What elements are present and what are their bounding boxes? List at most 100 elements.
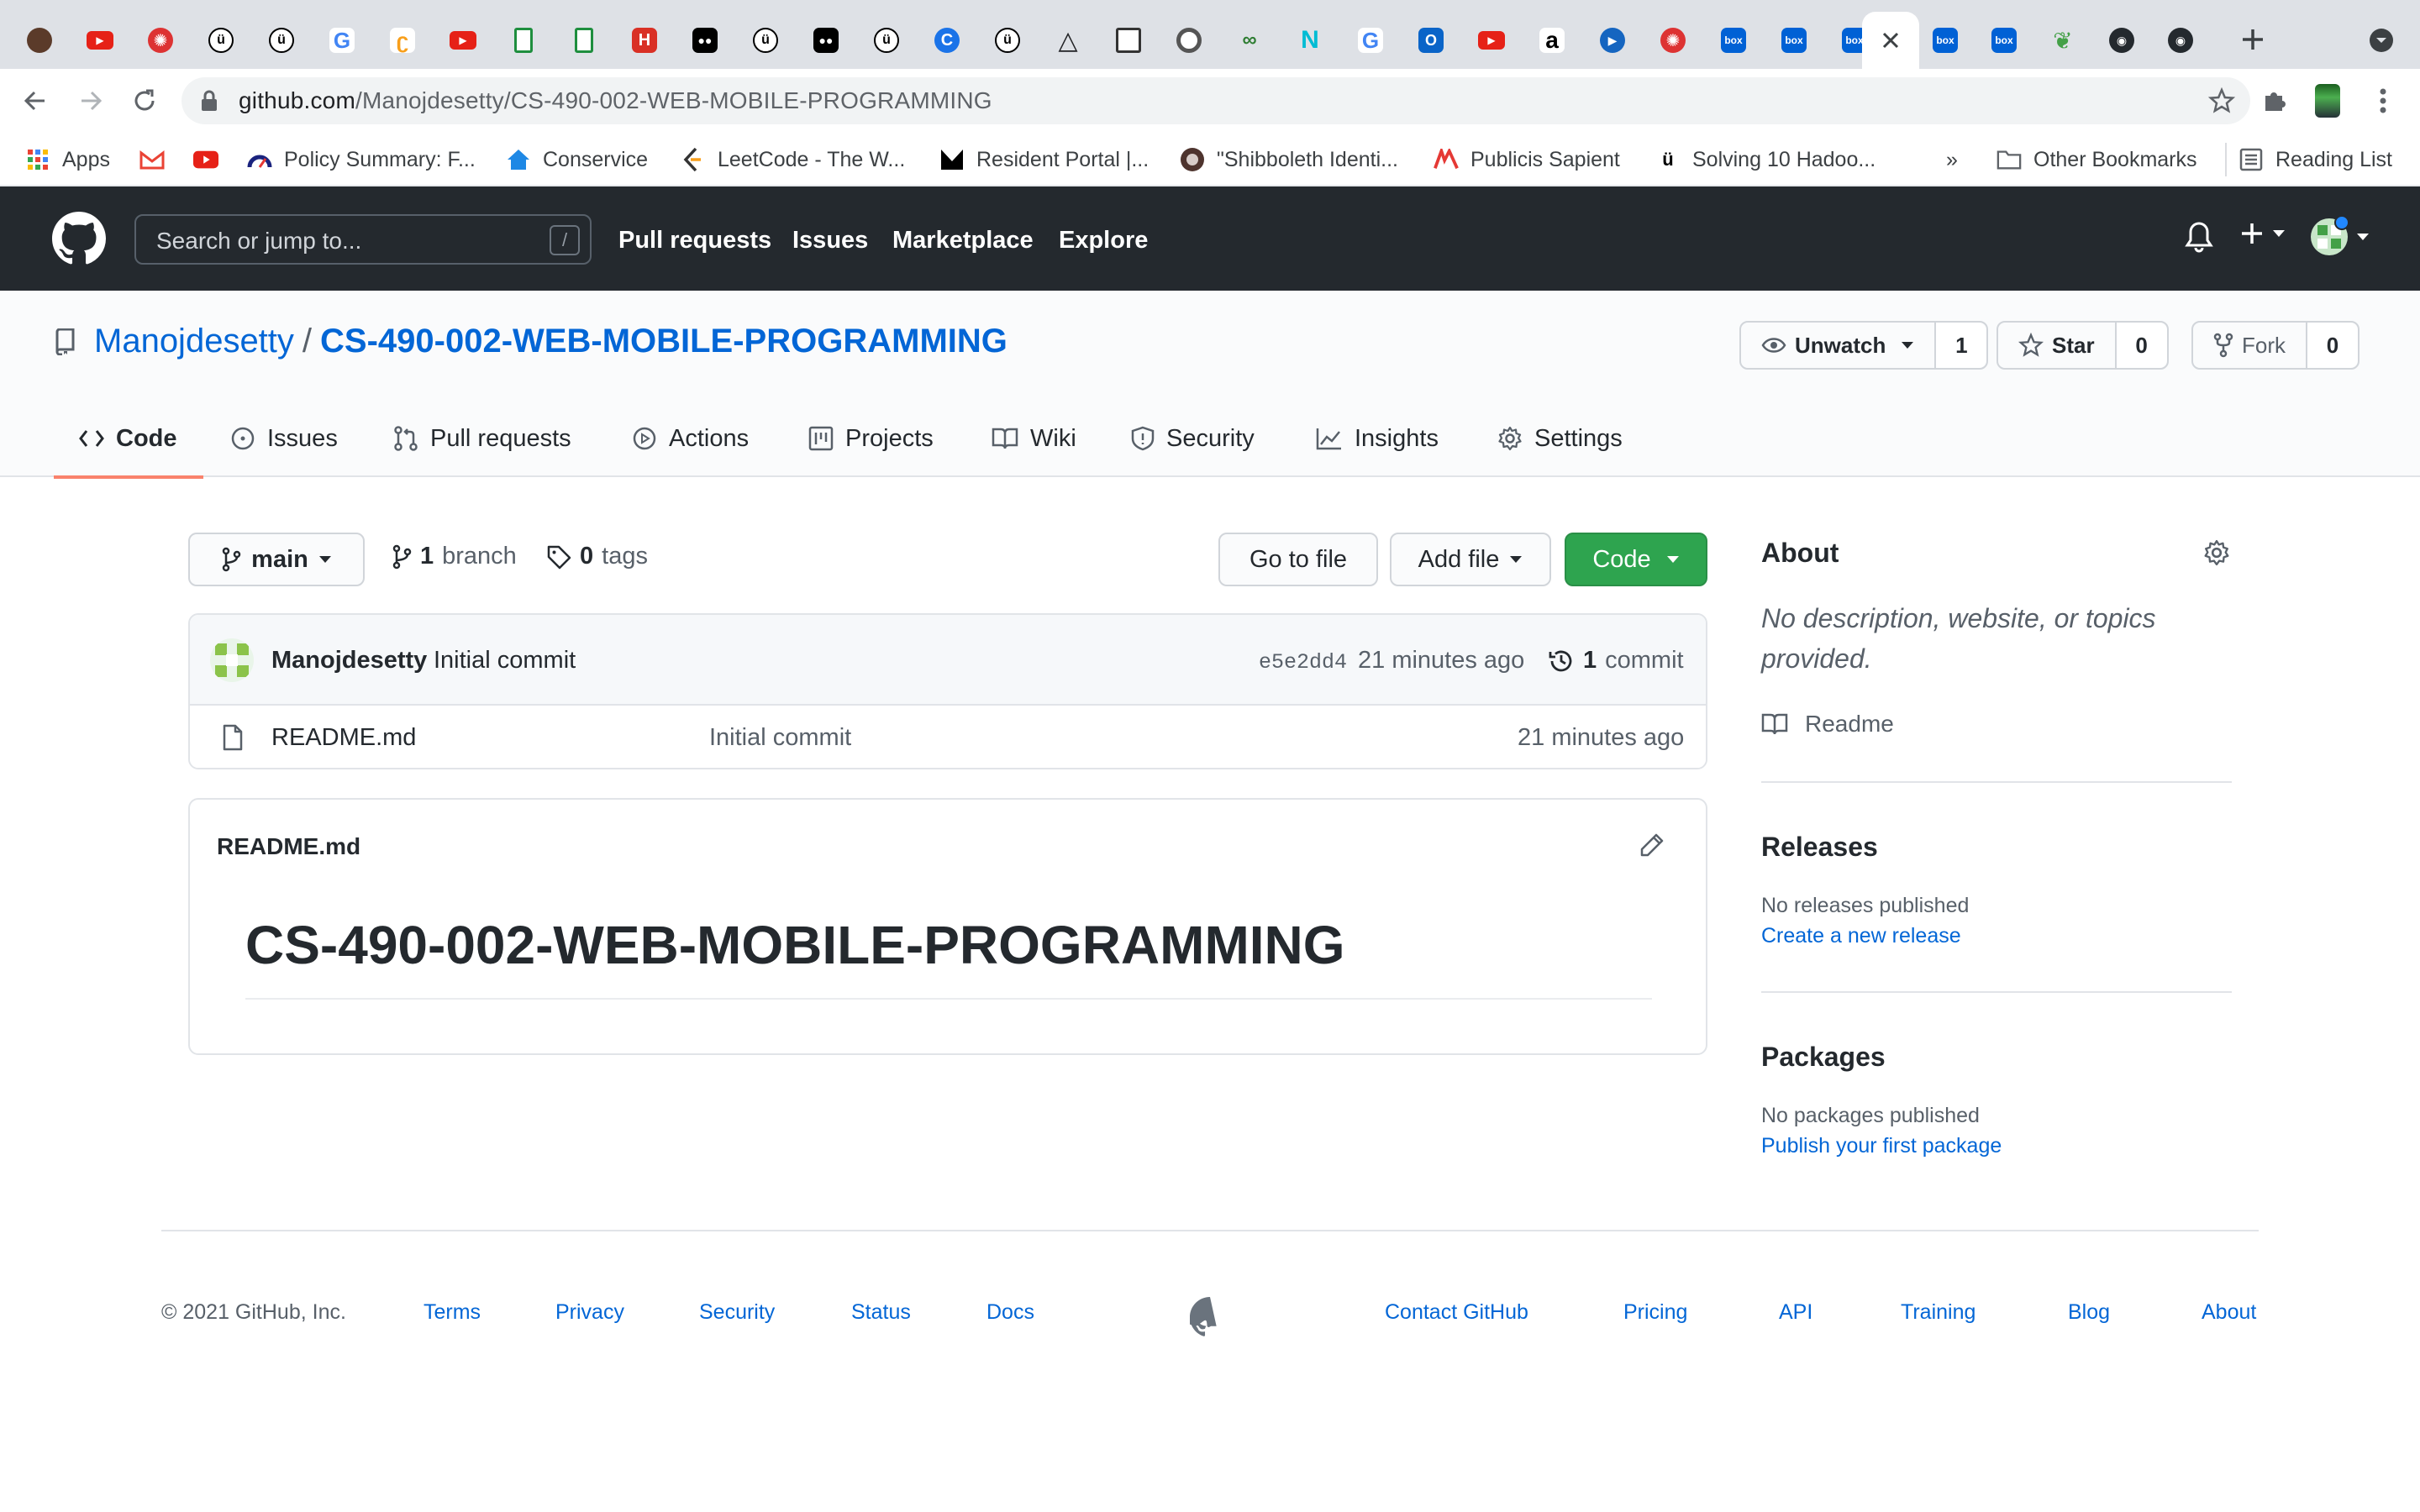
repo-name-link[interactable]: CS-490-002-WEB-MOBILE-PROGRAMMING: [320, 323, 1007, 360]
browser-tab[interactable]: [1160, 12, 1218, 69]
add-file-button[interactable]: Add file: [1390, 533, 1551, 586]
bookmark-policy-summary[interactable]: Policy Summary: F...: [247, 143, 476, 176]
commit-message-link[interactable]: Initial commit: [434, 647, 576, 675]
browser-tab[interactable]: box: [1916, 12, 1975, 69]
commit-history-link[interactable]: 1 commit: [1548, 647, 1684, 675]
bookmark-resident-portal[interactable]: Resident Portal |...: [939, 143, 1149, 176]
tab-actions[interactable]: Actions: [632, 400, 749, 477]
browser-tab[interactable]: N: [1281, 12, 1339, 69]
lock-icon[interactable]: [200, 89, 218, 113]
tab-security[interactable]: Security: [1131, 400, 1255, 477]
browser-tab[interactable]: H: [615, 12, 674, 69]
pencil-icon[interactable]: [1639, 832, 1665, 858]
bookmark-publicis[interactable]: Publicis Sapient: [1434, 143, 1620, 176]
publish-package-link[interactable]: Publish your first package: [1761, 1134, 2002, 1158]
github-search-input[interactable]: Search or jump to... /: [134, 214, 592, 265]
browser-tab[interactable]: ◉: [2151, 12, 2210, 69]
github-mark-icon[interactable]: [1190, 1297, 1230, 1337]
watchers-count[interactable]: 1: [1934, 323, 1987, 368]
profile-button[interactable]: [2309, 82, 2346, 119]
browser-tab[interactable]: [555, 12, 613, 69]
browser-tab[interactable]: ∞: [1220, 12, 1279, 69]
browser-tab[interactable]: ü: [192, 12, 250, 69]
browser-tab[interactable]: a: [1523, 12, 1581, 69]
browser-tab[interactable]: ü: [252, 12, 311, 69]
bookmark-hadoop[interactable]: ü Solving 10 Hadoo...: [1655, 143, 1876, 176]
reading-list-button[interactable]: Reading List: [2225, 143, 2392, 176]
tab-issues[interactable]: Issues: [230, 400, 338, 477]
bookmark-conservice[interactable]: Conservice: [506, 143, 648, 176]
repo-owner-link[interactable]: Manojdesetty: [94, 323, 294, 360]
create-release-link[interactable]: Create a new release: [1761, 924, 1961, 948]
packages-heading[interactable]: Packages: [1761, 1042, 1886, 1073]
browser-tab[interactable]: box: [1765, 12, 1823, 69]
star-button[interactable]: Star: [1998, 323, 2115, 368]
browser-tab[interactable]: ◉: [2092, 12, 2151, 69]
footer-link-terms[interactable]: Terms: [424, 1300, 481, 1325]
nav-pull-requests[interactable]: Pull requests: [618, 227, 771, 255]
browser-tab[interactable]: box: [1975, 12, 2033, 69]
browser-tab[interactable]: [494, 12, 553, 69]
gear-icon[interactable]: [2203, 539, 2230, 566]
browser-tab[interactable]: ü: [736, 12, 795, 69]
code-download-button[interactable]: Code: [1565, 533, 1707, 586]
browser-tab[interactable]: box: [1704, 12, 1763, 69]
browser-tab[interactable]: ▶: [1462, 12, 1521, 69]
branch-select-button[interactable]: main: [188, 533, 365, 586]
releases-heading[interactable]: Releases: [1761, 832, 1878, 863]
browser-tab[interactable]: ▶: [434, 12, 492, 69]
forks-count[interactable]: 0: [2306, 323, 2358, 368]
bookmark-youtube[interactable]: [193, 143, 218, 176]
footer-link-contact[interactable]: Contact GitHub: [1385, 1300, 1528, 1325]
browser-tab[interactable]: △: [1039, 12, 1097, 69]
fork-button[interactable]: Fork: [2193, 323, 2306, 368]
footer-link-pricing[interactable]: Pricing: [1623, 1300, 1687, 1325]
bookmark-leetcode[interactable]: LeetCode - The W...: [681, 143, 905, 176]
browser-tab[interactable]: G: [313, 12, 371, 69]
address-bar[interactable]: github.com/Manojdesetty/CS-490-002-WEB-M…: [182, 77, 2250, 124]
close-tab-icon[interactable]: [1881, 31, 1900, 50]
commit-sha-link[interactable]: e5e2dd4: [1259, 650, 1347, 675]
nav-issues[interactable]: Issues: [792, 227, 868, 255]
footer-link-training[interactable]: Training: [1901, 1300, 1975, 1325]
browser-tab-active[interactable]: [1862, 12, 1919, 69]
tab-projects[interactable]: Projects: [808, 400, 934, 477]
browser-tab[interactable]: ●●: [676, 12, 734, 69]
nav-explore[interactable]: Explore: [1059, 227, 1148, 255]
commit-author-link[interactable]: Manojdesetty: [271, 647, 427, 675]
back-button[interactable]: [17, 82, 54, 119]
browser-tab[interactable]: ✺: [131, 12, 190, 69]
footer-link-privacy[interactable]: Privacy: [555, 1300, 624, 1325]
footer-link-docs[interactable]: Docs: [986, 1300, 1034, 1325]
footer-link-security[interactable]: Security: [699, 1300, 775, 1325]
browser-tab[interactable]: ü: [857, 12, 916, 69]
reload-button[interactable]: [126, 82, 163, 119]
github-logo-icon[interactable]: [52, 212, 106, 265]
browser-tab[interactable]: [10, 12, 69, 69]
file-commit-message-link[interactable]: Initial commit: [709, 724, 851, 752]
nav-marketplace[interactable]: Marketplace: [892, 227, 1034, 255]
avatar[interactable]: [210, 638, 254, 682]
browser-tab[interactable]: [1099, 12, 1158, 69]
bookmarks-overflow-button[interactable]: »: [1946, 143, 1958, 176]
tab-wiki[interactable]: Wiki: [992, 400, 1076, 477]
branches-link[interactable]: 1 branch: [392, 543, 517, 570]
footer-link-blog[interactable]: Blog: [2068, 1300, 2110, 1325]
tags-link[interactable]: 0 tags: [546, 543, 648, 570]
browser-tab[interactable]: ü: [978, 12, 1037, 69]
footer-link-about[interactable]: About: [2202, 1300, 2256, 1325]
create-new-button[interactable]: [2240, 222, 2286, 245]
tab-settings[interactable]: Settings: [1497, 400, 1623, 477]
stars-count[interactable]: 0: [2114, 323, 2167, 368]
browser-tab[interactable]: ✺: [1644, 12, 1702, 69]
user-menu-button[interactable]: [2311, 215, 2370, 255]
tab-search-button[interactable]: [2365, 24, 2398, 57]
browser-tab[interactable]: ▶: [1583, 12, 1642, 69]
browser-tab[interactable]: O: [1402, 12, 1460, 69]
file-name-link[interactable]: README.md: [271, 724, 416, 752]
browser-menu-button[interactable]: [2365, 82, 2402, 119]
browser-tab[interactable]: ʗ: [373, 12, 432, 69]
tab-pull-requests[interactable]: Pull requests: [393, 400, 571, 477]
new-tab-button[interactable]: [2232, 18, 2274, 60]
bookmark-apps[interactable]: Apps: [25, 143, 110, 176]
